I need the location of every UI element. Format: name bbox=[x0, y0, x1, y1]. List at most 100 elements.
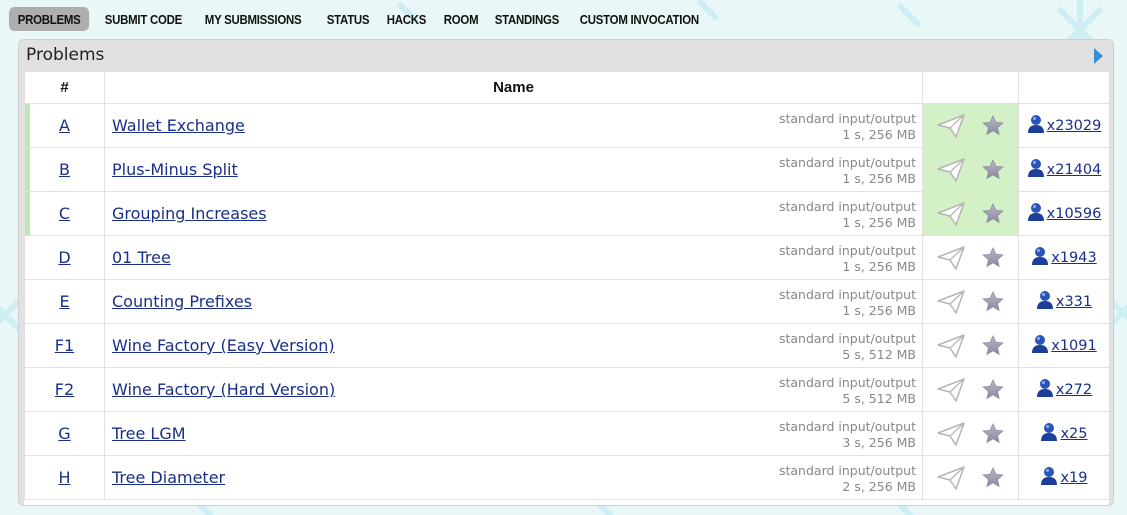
problem-name-cell: Tree Diameter standard input/output 2 s,… bbox=[104, 455, 923, 500]
menu-item-standings[interactable]: STANDINGS bbox=[486, 7, 568, 31]
problem-time-memory: 1 s, 256 MB bbox=[842, 259, 916, 274]
solved-count-link[interactable]: x10596 bbox=[1047, 206, 1102, 222]
header-solved bbox=[1018, 71, 1109, 104]
problem-limits: standard input/output 3 s, 256 MB bbox=[779, 419, 916, 451]
menu-item-custom-invocation[interactable]: CUSTOM INVOCATION bbox=[571, 7, 708, 31]
problem-actions-cell bbox=[922, 323, 1019, 368]
problem-name-cell: Grouping Increases standard input/output… bbox=[104, 191, 923, 236]
problem-index-link[interactable]: F2 bbox=[55, 380, 74, 399]
problem-limits: standard input/output 5 s, 512 MB bbox=[779, 375, 916, 407]
paper-plane-icon[interactable] bbox=[936, 246, 966, 274]
problem-index-cell: F2 bbox=[24, 367, 105, 412]
table-row: E Counting Prefixes standard input/outpu… bbox=[24, 279, 1109, 324]
problem-limits: standard input/output 5 s, 512 MB bbox=[779, 331, 916, 363]
problem-name-link[interactable]: Tree LGM bbox=[112, 424, 186, 443]
problem-time-memory: 5 s, 512 MB bbox=[842, 347, 916, 362]
problem-index-link[interactable]: B bbox=[59, 160, 70, 179]
problem-name-link[interactable]: Counting Prefixes bbox=[112, 292, 252, 311]
solved-count-link[interactable]: x25 bbox=[1060, 426, 1087, 442]
solved-count-link[interactable]: x21404 bbox=[1047, 162, 1102, 178]
problem-name-link[interactable]: Wine Factory (Easy Version) bbox=[112, 336, 335, 355]
solved-count-link[interactable]: x23029 bbox=[1047, 118, 1102, 134]
problem-actions-cell bbox=[922, 191, 1019, 236]
solved-count-link[interactable]: x272 bbox=[1056, 382, 1092, 398]
table-row: F1 Wine Factory (Easy Version) standard … bbox=[24, 323, 1109, 368]
problem-index-cell: H bbox=[24, 455, 105, 500]
problem-limits: standard input/output 2 s, 256 MB bbox=[779, 463, 916, 495]
problem-index-link[interactable]: H bbox=[58, 468, 70, 487]
problem-name-link[interactable]: Plus-Minus Split bbox=[112, 160, 238, 179]
problem-io: standard input/output bbox=[778, 419, 916, 434]
user-icon bbox=[1027, 114, 1045, 138]
problem-name-link[interactable]: 01 Tree bbox=[112, 248, 171, 267]
paper-plane-icon[interactable] bbox=[936, 114, 966, 142]
problem-io: standard input/output bbox=[778, 111, 916, 126]
star-icon[interactable] bbox=[982, 159, 1004, 184]
problem-actions-cell bbox=[922, 455, 1019, 500]
problem-name-cell: Counting Prefixes standard input/output … bbox=[104, 279, 923, 324]
problem-index-link[interactable]: A bbox=[59, 116, 70, 135]
paper-plane-icon[interactable] bbox=[936, 422, 966, 450]
table-row: A Wallet Exchange standard input/output … bbox=[24, 103, 1109, 148]
solved-count-link[interactable]: x1943 bbox=[1051, 250, 1096, 266]
problem-io: standard input/output bbox=[778, 331, 916, 346]
problem-name-link[interactable]: Wine Factory (Hard Version) bbox=[112, 380, 335, 399]
star-icon[interactable] bbox=[982, 247, 1004, 272]
arrow-right-icon[interactable] bbox=[1094, 48, 1103, 64]
top-menu: PROBLEMS SUBMIT CODE MY SUBMISSIONS STATUS H… bbox=[9, 6, 718, 32]
menu-item-room[interactable]: ROOM bbox=[435, 7, 487, 31]
problems-panel: Problems # Name A Wallet Exchange standa… bbox=[18, 39, 1114, 506]
table-row: G Tree LGM standard input/output 3 s, 25… bbox=[24, 411, 1109, 456]
star-icon[interactable] bbox=[982, 467, 1004, 492]
user-icon bbox=[1036, 378, 1054, 402]
problem-name-cell: 01 Tree standard input/output 1 s, 256 M… bbox=[104, 235, 923, 280]
solved-count-link[interactable]: x19 bbox=[1060, 470, 1087, 486]
problem-name-link[interactable]: Wallet Exchange bbox=[112, 116, 245, 135]
problem-index-link[interactable]: D bbox=[58, 248, 70, 267]
solved-count-link[interactable]: x1091 bbox=[1051, 338, 1096, 354]
table-row: B Plus-Minus Split standard input/output… bbox=[24, 147, 1109, 192]
paper-plane-icon[interactable] bbox=[936, 334, 966, 362]
problem-name-cell: Wine Factory (Hard Version) standard inp… bbox=[104, 367, 923, 412]
star-icon[interactable] bbox=[982, 115, 1004, 140]
header-actions bbox=[922, 71, 1019, 104]
problem-time-memory: 5 s, 512 MB bbox=[842, 391, 916, 406]
paper-plane-icon[interactable] bbox=[936, 158, 966, 186]
problems-table: # Name A Wallet Exchange standard input/… bbox=[24, 71, 1109, 500]
table-row: H Tree Diameter standard input/output 2 … bbox=[24, 455, 1109, 500]
problem-io: standard input/output bbox=[778, 155, 916, 170]
problem-index-link[interactable]: C bbox=[59, 204, 70, 223]
paper-plane-icon[interactable] bbox=[936, 378, 966, 406]
menu-item-status[interactable]: STATUS bbox=[318, 7, 378, 31]
problem-time-memory: 1 s, 256 MB bbox=[842, 215, 916, 230]
problem-index-link[interactable]: E bbox=[59, 292, 69, 311]
problem-index-cell: B bbox=[24, 147, 105, 192]
star-icon[interactable] bbox=[982, 423, 1004, 448]
problem-index-cell: D bbox=[24, 235, 105, 280]
problem-solved-cell: x23029 bbox=[1018, 103, 1109, 148]
menu-item-submit-code[interactable]: SUBMIT CODE bbox=[96, 7, 191, 31]
problem-solved-cell: x19 bbox=[1018, 455, 1109, 500]
paper-plane-icon[interactable] bbox=[936, 290, 966, 318]
star-icon[interactable] bbox=[982, 335, 1004, 360]
menu-item-problems[interactable]: PROBLEMS bbox=[9, 7, 90, 31]
paper-plane-icon[interactable] bbox=[936, 202, 966, 230]
problem-solved-cell: x21404 bbox=[1018, 147, 1109, 192]
problem-index-link[interactable]: F1 bbox=[55, 336, 74, 355]
star-icon[interactable] bbox=[982, 291, 1004, 316]
problem-name-cell: Tree LGM standard input/output 3 s, 256 … bbox=[104, 411, 923, 456]
star-icon[interactable] bbox=[982, 379, 1004, 404]
problem-name-link[interactable]: Tree Diameter bbox=[112, 468, 225, 487]
problem-name-cell: Wine Factory (Easy Version) standard inp… bbox=[104, 323, 923, 368]
menu-item-hacks[interactable]: HACKS bbox=[378, 7, 435, 31]
paper-plane-icon[interactable] bbox=[936, 466, 966, 494]
problem-limits: standard input/output 1 s, 256 MB bbox=[779, 155, 916, 187]
problem-io: standard input/output bbox=[778, 199, 916, 214]
problem-index-link[interactable]: G bbox=[58, 424, 70, 443]
star-icon[interactable] bbox=[982, 203, 1004, 228]
problem-name-link[interactable]: Grouping Increases bbox=[112, 204, 267, 223]
problem-limits: standard input/output 1 s, 256 MB bbox=[779, 287, 916, 319]
menu-item-my-submissions[interactable]: MY SUBMISSIONS bbox=[196, 7, 310, 31]
solved-count-link[interactable]: x331 bbox=[1056, 294, 1092, 310]
user-icon bbox=[1027, 158, 1045, 182]
